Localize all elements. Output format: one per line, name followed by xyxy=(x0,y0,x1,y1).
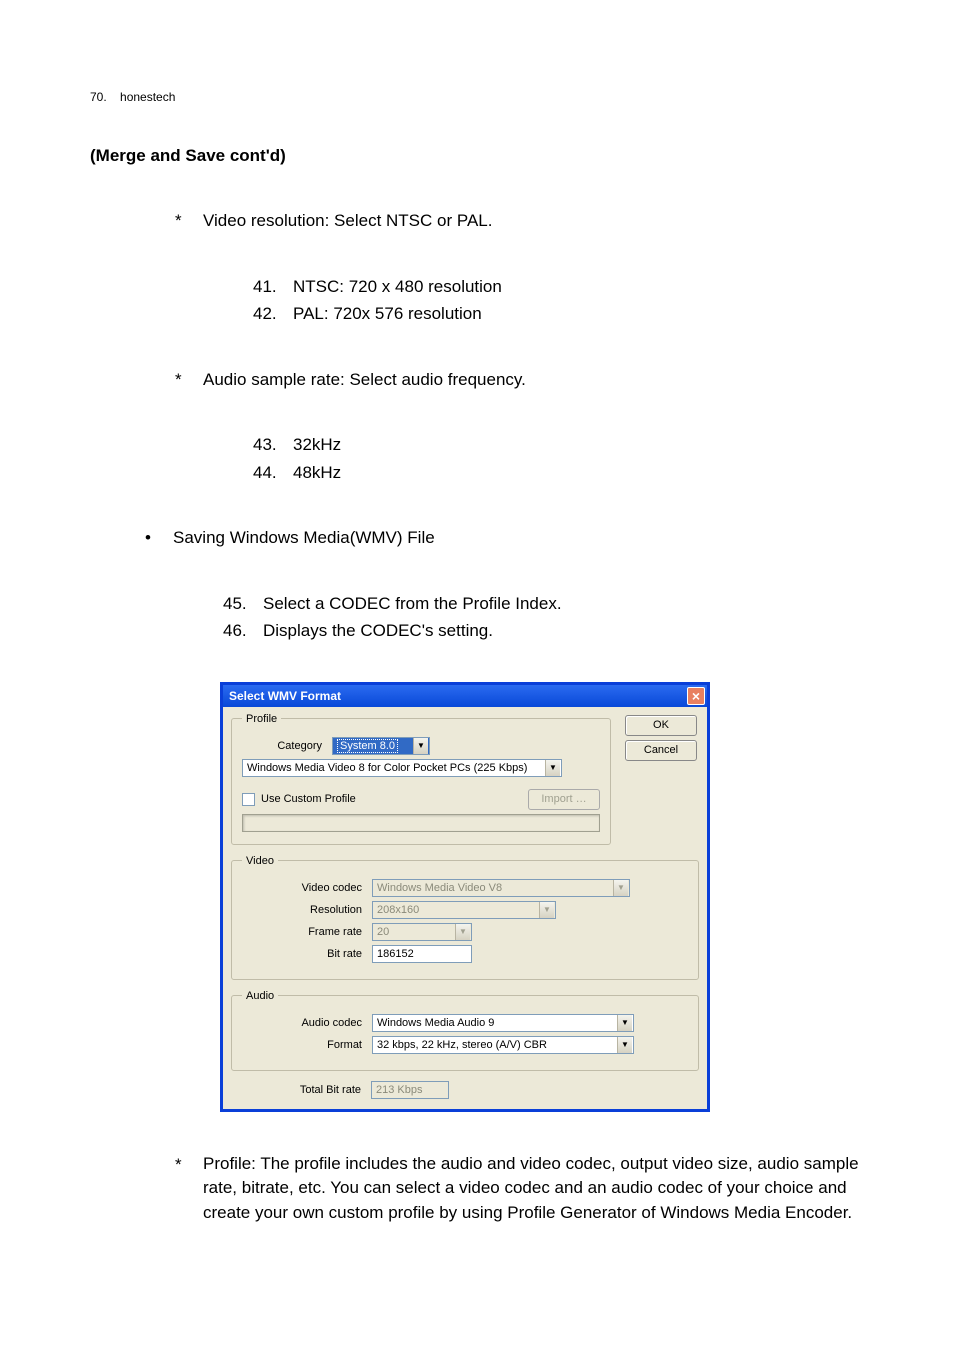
total-bitrate-label: Total Bit rate xyxy=(231,1084,371,1096)
titlebar[interactable]: Select WMV Format × xyxy=(223,685,707,707)
format-select[interactable]: 32 kbps, 22 kHz, stereo (A/V) CBR ▼ xyxy=(372,1036,634,1054)
list-item: Profile: The profile includes the audio … xyxy=(175,1152,864,1226)
item-text: Audio sample rate: Select audio frequenc… xyxy=(203,370,526,389)
item-text: Saving Windows Media(WMV) File xyxy=(173,528,435,547)
num: 45. xyxy=(223,591,247,617)
item-text: Select a CODEC from the Profile Index. xyxy=(263,594,562,613)
page-header: 70. honestech xyxy=(90,90,864,104)
format-label: Format xyxy=(242,1039,372,1051)
list-item: Audio sample rate: Select audio frequenc… xyxy=(175,367,864,486)
dialog-select-wmv-format: Select WMV Format × OK Cancel Profile Ca… xyxy=(220,682,710,1112)
close-icon: × xyxy=(692,689,700,703)
item-text: 48kHz xyxy=(293,463,341,482)
brand: honestech xyxy=(120,90,175,104)
video-codec-value: Windows Media Video V8 xyxy=(377,882,502,894)
use-custom-profile-checkbox[interactable] xyxy=(242,793,255,806)
num: 41. xyxy=(253,274,277,300)
audio-codec-value: Windows Media Audio 9 xyxy=(377,1017,494,1029)
item-text: Displays the CODEC's setting. xyxy=(263,621,493,640)
chevron-down-icon: ▼ xyxy=(545,760,560,776)
category-value: System 8.0 xyxy=(337,739,398,753)
num: 44. xyxy=(253,460,277,486)
chevron-down-icon: ▼ xyxy=(539,902,554,918)
total-bitrate-field: 213 Kbps xyxy=(371,1081,449,1099)
num: 46. xyxy=(223,618,247,644)
num: 43. xyxy=(253,432,277,458)
video-legend: Video xyxy=(242,855,278,867)
ok-button[interactable]: OK xyxy=(625,715,697,736)
bitrate-field[interactable]: 186152 xyxy=(372,945,472,963)
resolution-label: Resolution xyxy=(242,904,372,916)
item-text: 32kHz xyxy=(293,435,341,454)
dialog-title: Select WMV Format xyxy=(229,689,341,703)
profile-group: Profile Category System 8.0 ▼ Windows Me… xyxy=(231,713,611,845)
format-value: 32 kbps, 22 kHz, stereo (A/V) CBR xyxy=(377,1039,547,1051)
video-codec-select[interactable]: Windows Media Video V8 ▼ xyxy=(372,879,630,897)
chevron-down-icon: ▼ xyxy=(413,738,428,754)
audio-codec-select[interactable]: Windows Media Audio 9 ▼ xyxy=(372,1014,634,1032)
list-item: 46. Displays the CODEC's setting. xyxy=(223,618,864,644)
audio-legend: Audio xyxy=(242,990,278,1002)
profile-value: Windows Media Video 8 for Color Pocket P… xyxy=(247,762,527,774)
cancel-button[interactable]: Cancel xyxy=(625,740,697,761)
list-item: 43. 32kHz xyxy=(253,432,864,458)
custom-profile-path xyxy=(242,814,600,832)
resolution-value: 208x160 xyxy=(377,904,419,916)
list-item: Saving Windows Media(WMV) File 45. Select… xyxy=(145,525,864,644)
framerate-select[interactable]: 20 ▼ xyxy=(372,923,472,941)
category-label: Category xyxy=(242,740,332,752)
resolution-select[interactable]: 208x160 ▼ xyxy=(372,901,556,919)
chevron-down-icon: ▼ xyxy=(613,880,628,896)
list-item: 44. 48kHz xyxy=(253,460,864,486)
profile-legend: Profile xyxy=(242,713,281,725)
profile-paragraph: Profile: The profile includes the audio … xyxy=(203,1152,864,1226)
close-button[interactable]: × xyxy=(687,687,705,705)
use-custom-profile-label: Use Custom Profile xyxy=(261,793,356,805)
audio-codec-label: Audio codec xyxy=(242,1017,372,1029)
category-select[interactable]: System 8.0 ▼ xyxy=(332,737,430,755)
profile-select[interactable]: Windows Media Video 8 for Color Pocket P… xyxy=(242,759,562,777)
video-group: Video Video codec Windows Media Video V8… xyxy=(231,855,699,980)
num: 42. xyxy=(253,301,277,327)
audio-group: Audio Audio codec Windows Media Audio 9 … xyxy=(231,990,699,1071)
framerate-value: 20 xyxy=(377,926,389,938)
page-number: 70. xyxy=(90,90,107,104)
list-item: 45. Select a CODEC from the Profile Index… xyxy=(223,591,864,617)
list-item: 41. NTSC: 720 x 480 resolution xyxy=(253,274,864,300)
import-button[interactable]: Import … xyxy=(528,789,600,810)
item-text: PAL: 720x 576 resolution xyxy=(293,304,482,323)
chevron-down-icon: ▼ xyxy=(617,1015,632,1031)
total-bitrate-value: 213 Kbps xyxy=(376,1084,422,1096)
chevron-down-icon: ▼ xyxy=(455,924,470,940)
list-item: 42. PAL: 720x 576 resolution xyxy=(253,301,864,327)
item-text: NTSC: 720 x 480 resolution xyxy=(293,277,502,296)
bitrate-label: Bit rate xyxy=(242,948,372,960)
framerate-label: Frame rate xyxy=(242,926,372,938)
bitrate-value: 186152 xyxy=(377,948,414,960)
section-heading: (Merge and Save cont'd) xyxy=(90,146,864,166)
chevron-down-icon: ▼ xyxy=(617,1037,632,1053)
video-codec-label: Video codec xyxy=(242,882,372,894)
item-text: Video resolution: Select NTSC or PAL. xyxy=(203,211,492,230)
list-item: Video resolution: Select NTSC or PAL. 41… xyxy=(175,208,864,327)
